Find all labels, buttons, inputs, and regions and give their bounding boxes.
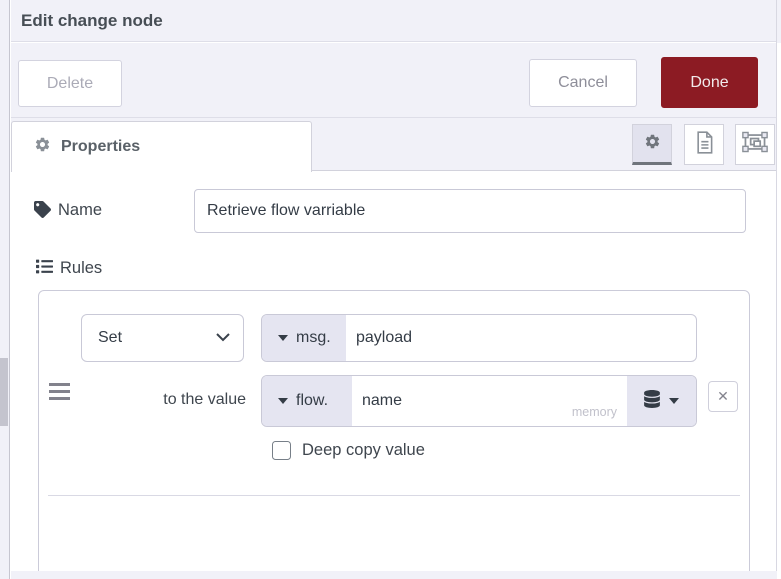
workspace-edge [0, 0, 10, 579]
object-group-icon [742, 131, 768, 158]
value-type-button[interactable]: flow. [262, 376, 352, 426]
tray-toolbar: Delete Cancel Done [11, 43, 776, 118]
context-store-button[interactable] [627, 376, 696, 426]
deep-copy-checkbox[interactable] [272, 441, 291, 460]
tag-icon [34, 201, 51, 223]
edit-change-node-dialog: Edit change node Delete Cancel Done Prop… [0, 0, 781, 579]
to-the-value-label: to the value [163, 391, 246, 408]
property-type-label: msg. [296, 329, 331, 346]
value-type-label: flow. [296, 392, 329, 409]
property-type-button[interactable]: msg. [262, 315, 346, 361]
caret-down-icon [278, 398, 288, 404]
tab-properties-label: Properties [61, 138, 141, 155]
corner-fill [777, 0, 781, 43]
remove-rule-button[interactable]: ✕ [708, 381, 738, 412]
gear-icon [644, 133, 661, 155]
rule-value-typedinput: flow. memory [261, 375, 697, 427]
properties-tab-button[interactable] [632, 124, 672, 165]
name-input[interactable] [194, 189, 746, 233]
description-tab-button[interactable] [684, 124, 724, 165]
caret-down-icon [669, 398, 679, 404]
database-icon [644, 389, 660, 413]
tray-header: Edit change node [11, 0, 776, 42]
edit-tray: Edit change node Delete Cancel Done Prop… [11, 0, 777, 579]
caret-down-icon [278, 335, 288, 341]
appearance-tab-button[interactable] [735, 124, 775, 165]
editor-tabbar: Properties [11, 118, 776, 172]
rule-action-value: Set [98, 329, 123, 346]
close-icon: ✕ [717, 388, 729, 404]
rules-label: Rules [60, 259, 103, 277]
scrollbar-thumb[interactable] [0, 358, 8, 426]
deep-copy-label: Deep copy value [302, 441, 425, 459]
list-icon [36, 258, 53, 280]
chevron-down-icon [216, 329, 243, 347]
rule-action-select[interactable]: Set [81, 314, 244, 362]
cancel-button[interactable]: Cancel [529, 59, 637, 107]
name-label: Name [58, 201, 103, 219]
done-button[interactable]: Done [661, 57, 758, 108]
context-store-hint: memory [571, 405, 617, 419]
dialog-title: Edit change node [21, 10, 163, 30]
drag-handle[interactable] [49, 383, 70, 404]
gear-icon [34, 136, 51, 158]
file-text-icon [695, 130, 714, 159]
property-input[interactable] [346, 315, 696, 361]
rule-property-typedinput: msg. [261, 314, 697, 362]
rule-divider [48, 495, 740, 496]
delete-button[interactable]: Delete [18, 60, 122, 107]
tab-properties[interactable]: Properties [11, 121, 312, 172]
bottom-strip [11, 571, 777, 579]
